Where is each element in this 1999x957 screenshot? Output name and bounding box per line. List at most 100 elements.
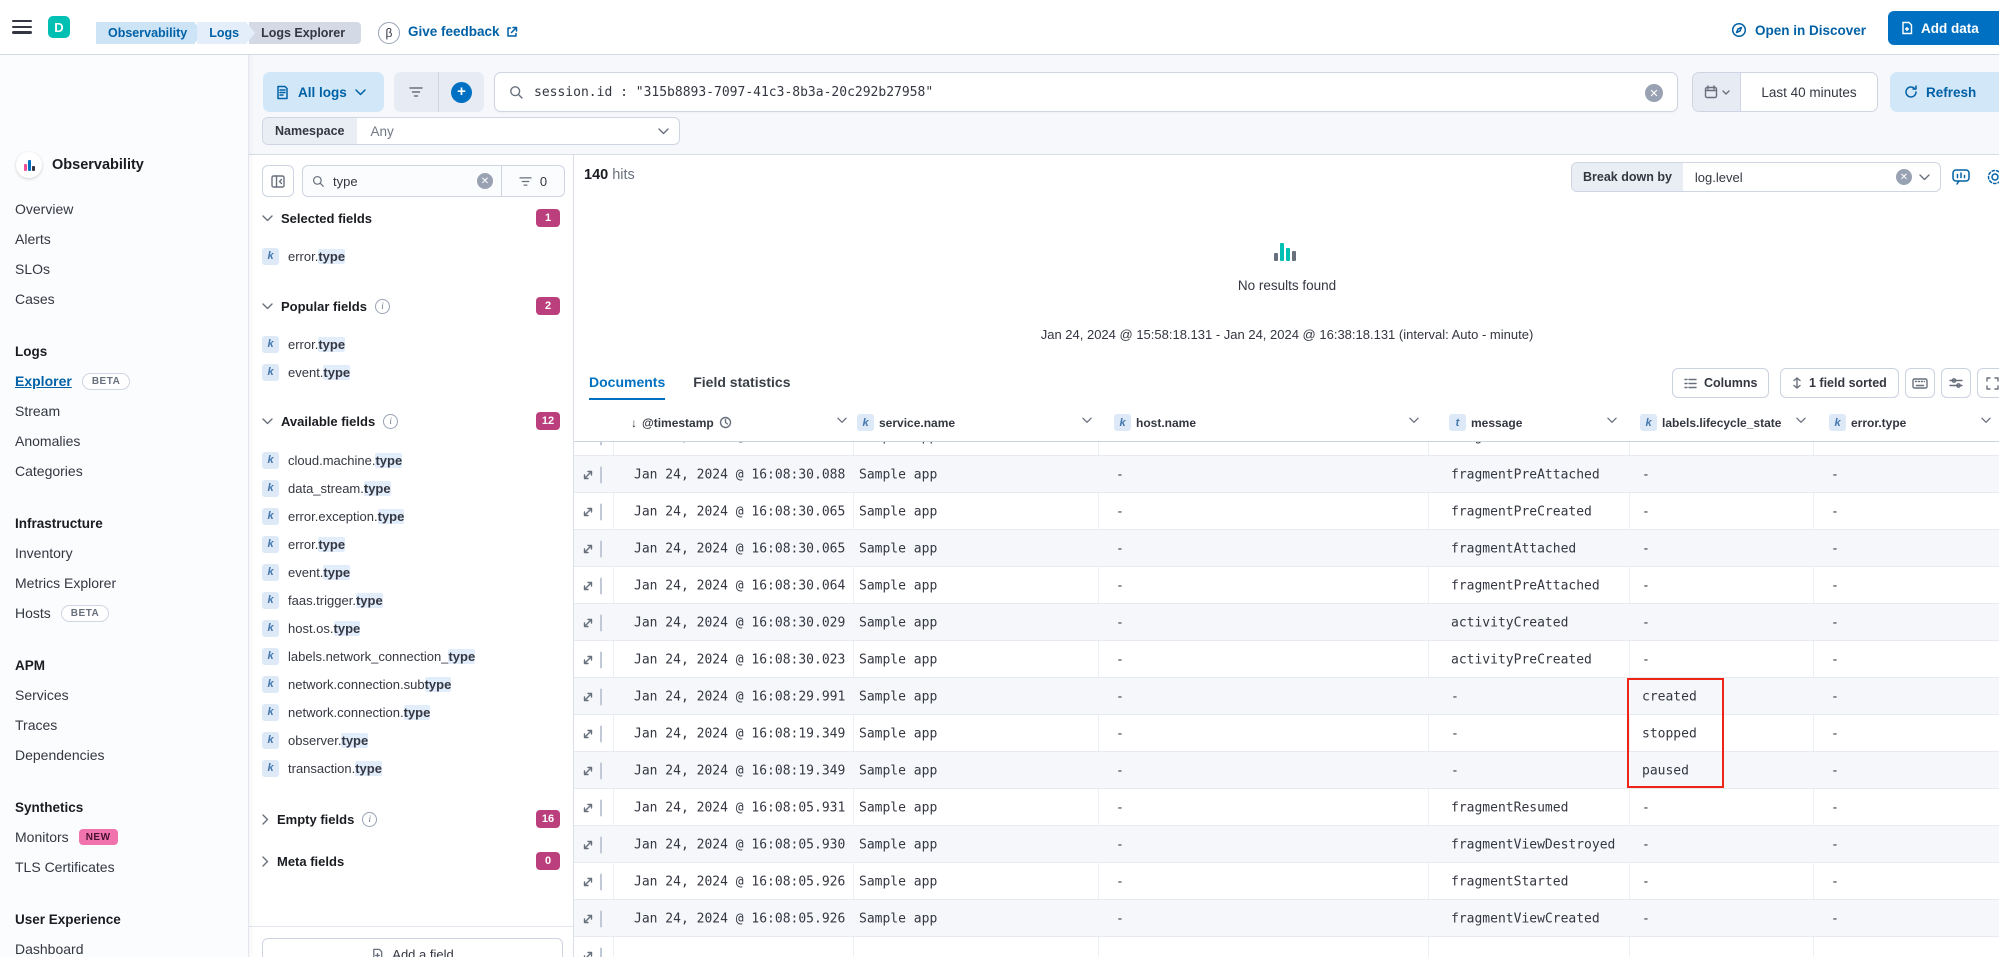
cell-host-name[interactable]: - — [1116, 689, 1124, 704]
cell-error-type[interactable]: - — [1831, 689, 1839, 704]
expand-row-icon[interactable] — [582, 876, 594, 888]
cell-service-name[interactable]: Sample app — [859, 467, 937, 482]
row-checkbox[interactable] — [600, 467, 602, 482]
cell-service-name[interactable]: Sample app — [859, 874, 937, 889]
cell-timestamp[interactable]: Jan 24, 2024 @ 16:08:30.088 — [634, 467, 845, 482]
row-checkbox[interactable] — [600, 504, 602, 519]
field-item[interactable]: k labels.network_connection_type — [262, 642, 563, 670]
row-checkbox[interactable] — [600, 800, 602, 815]
sidebar-item[interactable]: Overview — [0, 194, 248, 224]
sidebar-item[interactable]: Dependencies — [0, 740, 248, 770]
cell-host-name[interactable]: - — [1116, 504, 1124, 519]
cell-service-name[interactable]: Sample app — [859, 504, 937, 519]
row-checkbox[interactable] — [600, 578, 602, 593]
available-fields-section[interactable]: Available fields i 12 — [262, 410, 560, 432]
query-input[interactable]: session.id : "315b8893-7097-41c3-8b3a-20… — [494, 72, 1678, 112]
sidebar-item[interactable]: Cases — [0, 284, 248, 314]
cell-message[interactable]: fragmentViewDestroyed — [1451, 837, 1615, 852]
cell-message[interactable]: fragmentAttached — [1451, 541, 1576, 556]
column-header-message[interactable]: t message — [1449, 404, 1614, 441]
row-checkbox[interactable] — [600, 911, 602, 926]
sidebar-item[interactable]: Anomalies — [0, 426, 248, 456]
field-item[interactable]: k error.exception.type — [262, 502, 563, 530]
field-search-input[interactable]: type ✕ 0 — [302, 165, 565, 197]
cell-service-name[interactable]: Sample app — [859, 652, 937, 667]
column-header-service-name[interactable]: k service.name — [857, 404, 1087, 441]
cell-service-name[interactable]: Sample app — [859, 689, 937, 704]
cell-message[interactable]: - — [1451, 763, 1459, 778]
sidebar-item[interactable]: SLOs — [0, 254, 248, 284]
cell-host-name[interactable]: - — [1116, 763, 1124, 778]
field-item[interactable]: k host.os.type — [262, 614, 563, 642]
field-item[interactable]: k event.type — [262, 558, 563, 586]
cell-message[interactable]: fragmentViewCreated — [1451, 911, 1600, 926]
cell-error-type[interactable]: - — [1831, 652, 1839, 667]
expand-row-icon[interactable] — [582, 765, 594, 777]
row-checkbox[interactable] — [600, 763, 602, 778]
give-feedback-link[interactable]: Give feedback — [408, 24, 518, 39]
field-sorted-button[interactable]: 1 field sorted — [1780, 368, 1899, 398]
cell-message[interactable]: fragmentPreCreated — [1451, 504, 1592, 519]
sidebar-item[interactable]: Stream — [0, 396, 248, 426]
breadcrumb-item[interactable]: Logs Explorer — [249, 22, 361, 44]
cell-message[interactable]: fragmentPreAttached — [1451, 578, 1600, 593]
cell-error-type[interactable]: - — [1831, 837, 1839, 852]
pattern-analysis-icon[interactable] — [1951, 167, 1971, 187]
sidebar-item[interactable]: Monitors NEW — [0, 822, 248, 852]
cell-timestamp[interactable]: Jan 24, 2024 @ 16:08:05.926 — [634, 911, 845, 926]
cell-timestamp[interactable]: Jan 24, 2024 @ 16:08:30.065 — [634, 504, 845, 519]
expand-row-icon[interactable] — [582, 654, 594, 666]
cell-error-type[interactable]: - — [1831, 615, 1839, 630]
expand-row-icon[interactable] — [582, 469, 594, 481]
field-item[interactable]: k transaction.type — [262, 754, 563, 782]
cell-message[interactable]: fragmentStarted — [1451, 874, 1568, 889]
fullscreen-button[interactable] — [1977, 368, 1999, 398]
cell-error-type[interactable]: - — [1831, 800, 1839, 815]
open-in-discover-link[interactable]: Open in Discover — [1731, 22, 1866, 38]
cell-message[interactable]: activityCreated — [1451, 615, 1568, 630]
clear-breakdown-icon[interactable]: ✕ — [1896, 169, 1912, 185]
expand-row-icon[interactable] — [582, 580, 594, 592]
cell-host-name[interactable]: - — [1116, 578, 1124, 593]
cell-error-type[interactable]: - — [1831, 541, 1839, 556]
sidebar-item[interactable]: Traces — [0, 710, 248, 740]
expand-row-icon[interactable] — [582, 728, 594, 740]
collapse-fields-panel-button[interactable] — [262, 165, 294, 197]
cell-message[interactable]: fragmentPreAttached — [1451, 467, 1600, 482]
cell-timestamp[interactable]: Jan 24, 2024 @ 16:08:30.064 — [634, 578, 845, 593]
cell-lifecycle-state[interactable]: - — [1642, 800, 1650, 815]
cell-error-type[interactable]: - — [1831, 578, 1839, 593]
cell-lifecycle-state[interactable]: - — [1642, 541, 1650, 556]
cell-error-type[interactable]: - — [1831, 874, 1839, 889]
field-item[interactable]: k error.type — [262, 330, 563, 358]
cell-timestamp[interactable]: Jan 24, 2024 @ 16:08:29.991 — [634, 689, 845, 704]
sidebar-item[interactable]: Inventory — [0, 538, 248, 568]
cell-lifecycle-state[interactable]: - — [1642, 504, 1650, 519]
cell-service-name[interactable]: Sample app — [859, 615, 937, 630]
cell-error-type[interactable]: - — [1831, 763, 1839, 778]
cell-lifecycle-state[interactable]: created — [1642, 689, 1697, 704]
sidebar-item[interactable]: TLS Certificates — [0, 852, 248, 882]
cell-host-name[interactable]: - — [1116, 837, 1124, 852]
breadcrumb-item[interactable]: Observability — [96, 22, 203, 44]
filter-icon[interactable] — [394, 72, 439, 112]
cell-timestamp[interactable]: Jan 24, 2024 @ 16:08:19.349 — [634, 726, 845, 741]
cell-message[interactable]: activityPreCreated — [1451, 652, 1592, 667]
row-checkbox[interactable] — [600, 615, 602, 630]
cell-lifecycle-state[interactable]: - — [1642, 652, 1650, 667]
cell-timestamp[interactable]: Jan 24, 2024 @ 16:08:05.930 — [634, 837, 845, 852]
field-item[interactable]: k data_stream.type — [262, 474, 563, 502]
expand-row-icon[interactable] — [582, 506, 594, 518]
cell-timestamp[interactable]: Jan 24, 2024 @ 16:08:30.023 — [634, 652, 845, 667]
breakdown-selector[interactable]: Break down by log.level ✕ — [1571, 162, 1941, 192]
field-item[interactable]: k cloud.machine.type — [262, 446, 563, 474]
row-checkbox[interactable] — [600, 652, 602, 667]
cell-lifecycle-state[interactable]: - — [1642, 911, 1650, 926]
meta-fields-section[interactable]: Meta fields 0 — [262, 850, 560, 872]
clear-query-icon[interactable]: ✕ — [1645, 84, 1663, 102]
field-item[interactable]: k event.type — [262, 358, 563, 386]
cell-error-type[interactable]: - — [1831, 504, 1839, 519]
cell-service-name[interactable]: Sample app — [859, 541, 937, 556]
clear-field-search-icon[interactable]: ✕ — [477, 173, 493, 189]
field-item[interactable]: k observer.type — [262, 726, 563, 754]
